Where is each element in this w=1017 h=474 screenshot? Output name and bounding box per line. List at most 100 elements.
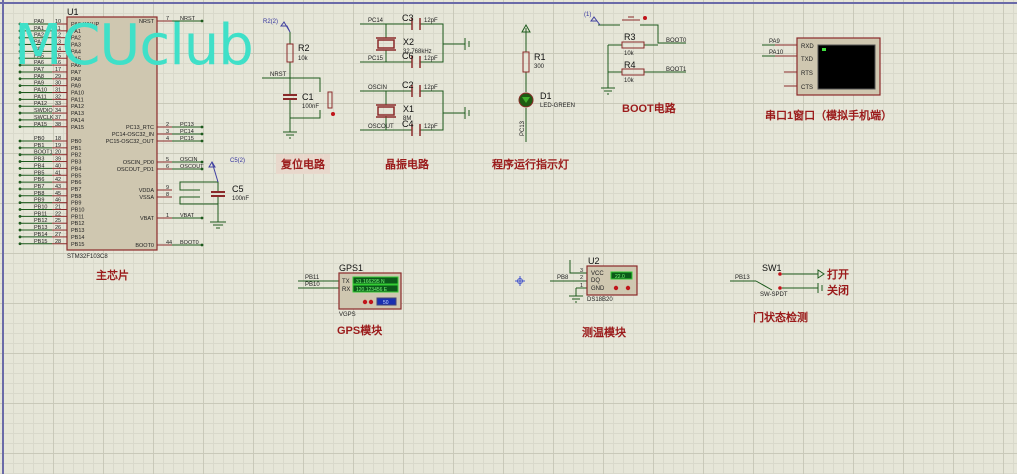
pin-number: 33 <box>55 101 61 107</box>
r2-ref: R2 <box>298 43 310 53</box>
d1-ref: D1 <box>540 91 552 101</box>
pin-name: PB9 <box>71 201 81 207</box>
pin-terminal[interactable] <box>18 173 22 177</box>
c3-value: 12pF <box>424 18 438 24</box>
pin-number: 21 <box>55 205 61 211</box>
reset-caption: 复位电路 <box>280 157 326 171</box>
mcu-caption: 主芯片 <box>96 268 129 282</box>
virtual-terminal[interactable] <box>762 37 881 96</box>
pin-terminal[interactable] <box>18 160 22 163</box>
d1-value: LED-GREEN <box>540 103 575 109</box>
pin-terminal[interactable] <box>18 221 22 225</box>
pin-number: 28 <box>55 239 61 245</box>
pin-name: PB2 <box>71 153 81 159</box>
net-label: PC13 <box>180 122 194 128</box>
u2-pin3: 3 <box>580 268 583 274</box>
door-close-label: 关闭 <box>827 283 849 297</box>
pin-terminal[interactable] <box>18 201 22 205</box>
pin-terminal[interactable] <box>18 194 22 198</box>
boot-probe[interactable]: (1) <box>584 12 591 18</box>
pin-terminal[interactable] <box>18 84 22 88</box>
pin-terminal[interactable] <box>18 104 22 108</box>
pin-name: VDDA <box>139 188 155 194</box>
pin-name: PA15 <box>71 125 84 131</box>
pin-terminal[interactable] <box>18 146 22 150</box>
pin-number: 34 <box>55 108 61 114</box>
pin-terminal[interactable] <box>200 243 204 247</box>
uart-rxd: RXD <box>801 44 814 50</box>
net-label: BOOT0 <box>180 240 199 246</box>
pin-name: VSSA <box>139 195 154 201</box>
pin-name: PB4 <box>71 166 81 172</box>
net-label: PA10 <box>34 88 47 94</box>
u2-pin1: 1 <box>580 283 583 289</box>
r4-ref: R4 <box>624 60 636 70</box>
pin-number: 40 <box>55 163 61 169</box>
pin-terminal[interactable] <box>18 153 22 157</box>
pin-number: 1 <box>166 213 169 219</box>
pin-terminal[interactable] <box>18 167 22 170</box>
pin-number: 41 <box>55 170 61 176</box>
pin-terminal[interactable] <box>18 139 22 143</box>
reset-circuit[interactable] <box>262 21 335 139</box>
pin-terminal[interactable] <box>18 125 22 129</box>
crystal-caption: 晶振电路 <box>385 157 430 171</box>
c3-ref: C3 <box>402 13 414 23</box>
u2-part: DS18B20 <box>587 297 613 303</box>
pin-name: PA11 <box>71 97 84 103</box>
reset-net: NRST <box>270 72 287 78</box>
pin-number: 4 <box>166 136 169 142</box>
c5-value: 100nF <box>232 196 249 202</box>
net-label: PA9 <box>34 81 44 87</box>
pin-terminal[interactable] <box>200 216 204 220</box>
pin-terminal[interactable] <box>18 180 22 184</box>
terminal-screen <box>817 44 876 90</box>
boot-net-boot0: BOOT0 <box>666 38 687 44</box>
gps-ref: GPS1 <box>339 263 363 273</box>
pin-name: PB13 <box>71 228 84 234</box>
u2-pin2: 2 <box>580 275 583 281</box>
pin-terminal[interactable] <box>18 187 22 191</box>
net-label: PA12 <box>34 101 47 107</box>
pin-name: PC15-OSC32_OUT <box>106 139 155 145</box>
x1-value: 8M <box>403 116 411 122</box>
pin-number: 9 <box>166 185 169 191</box>
pin-terminal[interactable] <box>200 125 204 129</box>
uart-caption: 串口1窗口（模拟手机端） <box>765 108 892 122</box>
gps-latitude: 31.166295 N <box>356 279 385 285</box>
reset-probe[interactable]: R2(2) <box>263 19 278 25</box>
pin-terminal[interactable] <box>18 235 22 239</box>
uart-txd: TXD <box>801 57 814 63</box>
u2-vcc: VCC <box>591 271 604 277</box>
pin-terminal[interactable] <box>18 214 22 218</box>
pin-number: 31 <box>55 88 61 94</box>
pin-terminal[interactable] <box>18 111 22 115</box>
uart-net-pa10: PA10 <box>769 50 784 56</box>
boot-caption: BOOT电路 <box>622 101 677 115</box>
pin-number: 46 <box>55 198 61 204</box>
pin-terminal[interactable] <box>18 242 22 246</box>
pin-number: 5 <box>166 157 169 163</box>
sw1-ref: SW1 <box>762 263 782 273</box>
u2-ref: U2 <box>588 256 600 266</box>
pin-terminal[interactable] <box>18 208 22 211</box>
crystal-circuit[interactable] <box>360 18 470 136</box>
pin-terminal[interactable] <box>18 97 22 101</box>
pin-terminal[interactable] <box>200 160 204 164</box>
pin-terminal[interactable] <box>18 118 22 122</box>
pin-number: 8 <box>166 192 169 198</box>
c1-ref: C1 <box>302 92 314 102</box>
gps-net-pb11: PB11 <box>305 275 320 281</box>
net-label: OSCOUT <box>180 164 204 170</box>
x2-value: 32.768kHz <box>403 49 432 55</box>
pin-terminal[interactable] <box>200 139 204 143</box>
c5-probe[interactable]: C5(2) <box>230 158 245 164</box>
pin-terminal[interactable] <box>18 91 22 94</box>
pin-terminal[interactable] <box>200 132 204 136</box>
net-label: PB15 <box>34 239 47 245</box>
net-label: PB6 <box>34 177 44 183</box>
boot-circuit[interactable] <box>590 16 686 95</box>
door-switch[interactable] <box>730 269 825 293</box>
pin-terminal[interactable] <box>18 228 22 232</box>
net-label: OSCIN <box>180 157 197 163</box>
